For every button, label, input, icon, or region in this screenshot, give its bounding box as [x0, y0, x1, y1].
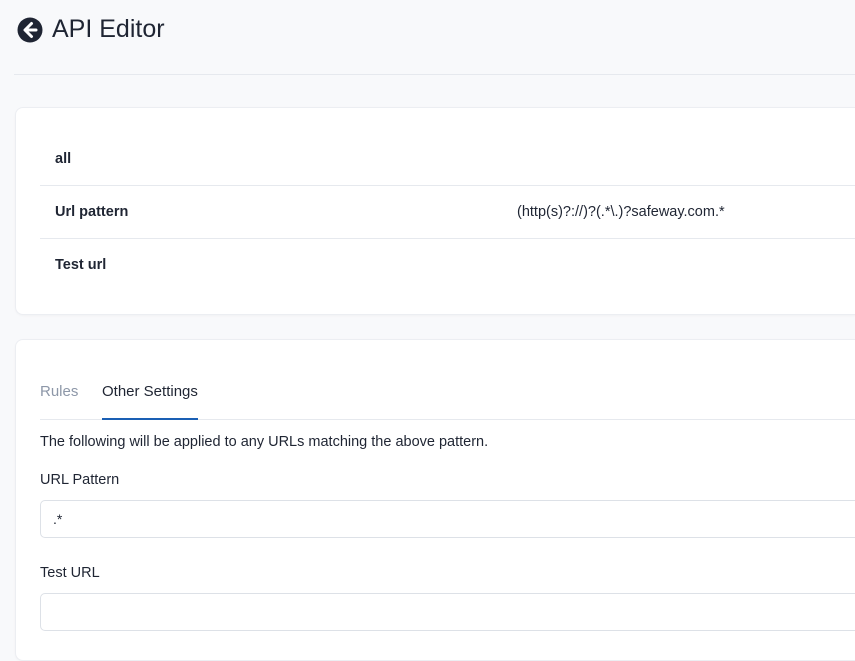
summary-card: all Url pattern (http(s)?://)?(.*\.)?saf… [15, 107, 855, 315]
summary-row-test-url: Test url [40, 239, 855, 291]
back-arrow-icon[interactable] [17, 17, 43, 43]
summary-row-label: Url pattern [55, 204, 129, 220]
summary-row-label: all [55, 151, 72, 167]
summary-row-url-pattern: Url pattern (http(s)?://)?(.*\.)?safeway… [40, 186, 855, 239]
page-title: API Editor [52, 15, 165, 43]
settings-description: The following will be applied to any URL… [40, 434, 489, 450]
test-url-label: Test URL [40, 565, 100, 581]
page-header: API Editor [14, 0, 855, 75]
summary-row-value: (http(s)?://)?(.*\.)?safeway.com.* [517, 204, 725, 220]
tab-rules[interactable]: Rules [40, 383, 78, 400]
summary-row-label: Test url [55, 257, 107, 273]
test-url-input[interactable] [40, 593, 855, 631]
url-pattern-input[interactable] [40, 500, 855, 538]
settings-tabs: Rules Other Settings [40, 340, 855, 420]
tab-other-settings[interactable]: Other Settings [102, 383, 198, 400]
settings-card: Rules Other Settings The following will … [15, 339, 855, 661]
summary-row-all: all [40, 133, 855, 186]
url-pattern-label: URL Pattern [40, 472, 120, 488]
active-tab-indicator [102, 418, 198, 420]
